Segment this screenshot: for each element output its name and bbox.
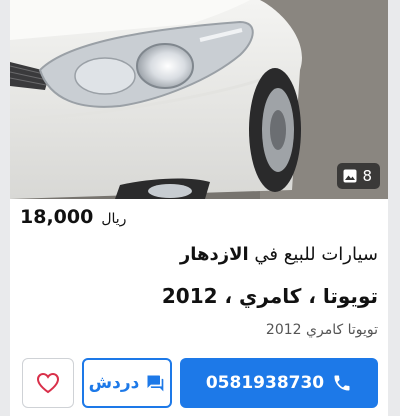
chat-button[interactable]: دردش [82, 358, 172, 408]
currency: ريال [101, 211, 127, 227]
phone-icon [332, 373, 352, 393]
chat-icon [145, 373, 165, 393]
price-row: 18,000 ريال [20, 206, 378, 228]
image-icon [343, 169, 357, 183]
car-image [10, 0, 388, 199]
price: 18,000 [20, 206, 94, 228]
listing-card[interactable]: 8 18,000 ريال سيارات للبيع في الازدهار ت… [10, 0, 388, 416]
heart-icon [36, 372, 60, 394]
favorite-button[interactable] [22, 358, 74, 408]
photo-count: 8 [362, 167, 372, 185]
call-button[interactable]: 0581938730 [180, 358, 378, 408]
title-location: الازدهار [179, 244, 249, 265]
car-title: تويوتا ، كامري ، 2012 [161, 284, 378, 308]
phone-number: 0581938730 [205, 373, 325, 393]
photo-count-badge: 8 [337, 163, 380, 189]
chat-label: دردش [88, 373, 140, 393]
listing-photo[interactable]: 8 [10, 0, 388, 199]
listing-title: سيارات للبيع في الازدهار [20, 244, 378, 265]
title-prefix: سيارات للبيع في [254, 244, 378, 265]
car-model: تويوتا كامري 2012 [265, 322, 378, 338]
